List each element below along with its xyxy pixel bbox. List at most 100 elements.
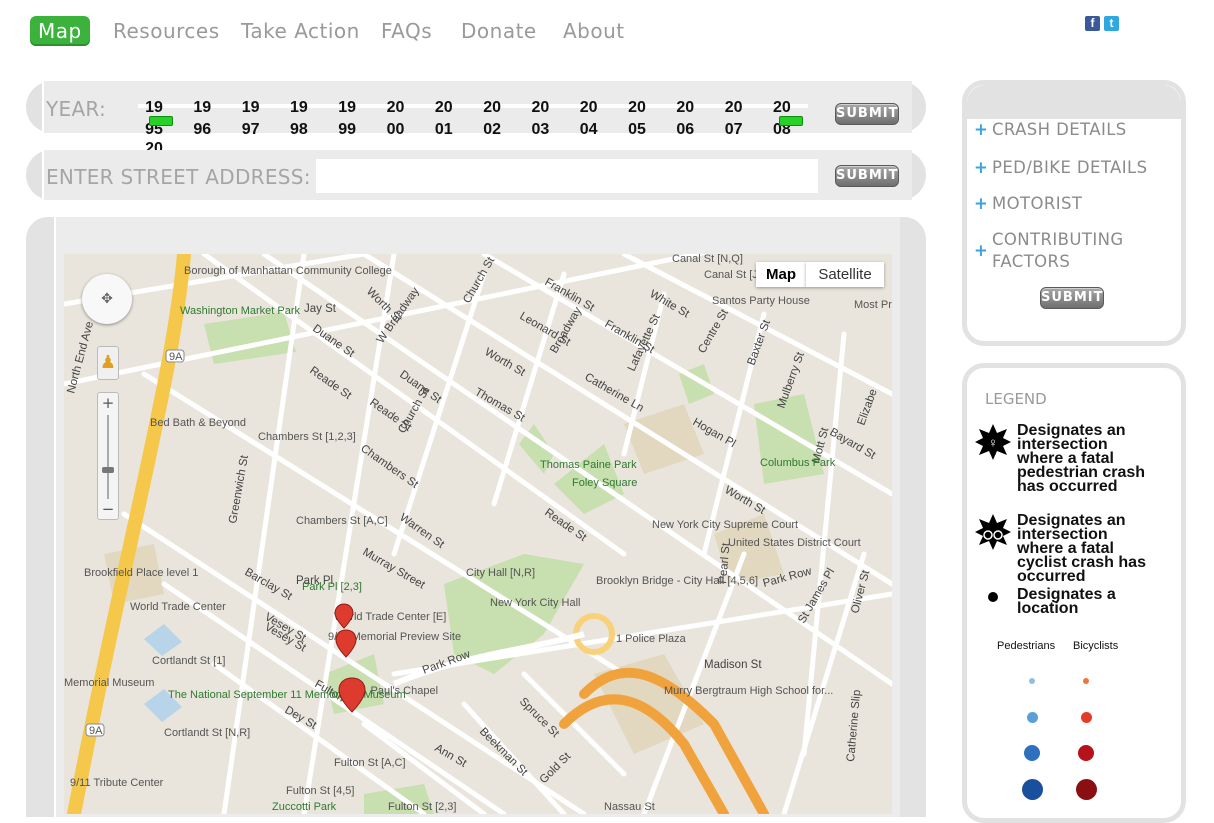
year-tick[interactable]: 20 01 <box>429 97 459 141</box>
highway-shield-label: 9A <box>89 725 103 737</box>
zoom-slider[interactable]: + − <box>97 392 119 520</box>
plus-icon: + <box>974 241 989 260</box>
year-start-handle[interactable] <box>149 116 173 126</box>
legend-col-bicyclists: Bicyclists <box>1073 640 1119 652</box>
street-label: Centre St <box>696 307 731 356</box>
year-tick-century: 19 <box>193 99 212 116</box>
place-label: Memorial Museum <box>64 677 154 689</box>
place-label: Park Pl [2,3] <box>302 581 362 593</box>
year-tick[interactable]: 20 05 <box>622 97 652 141</box>
year-tick-decade: 96 <box>193 121 212 138</box>
year-submit-button[interactable]: SUBMIT <box>835 103 899 125</box>
legend-pedestrian-dot <box>1024 745 1040 761</box>
year-tick[interactable]: 20 02 <box>477 97 507 141</box>
highway-shield-label: 9A <box>169 351 183 363</box>
legend-location-text: Designates a location <box>1017 586 1116 617</box>
filter-crash-details[interactable]: + CRASH DETAILS <box>974 119 1127 141</box>
year-tick[interactable]: 19 99 <box>332 97 362 141</box>
address-label: ENTER STREET ADDRESS: <box>46 165 311 189</box>
pan-control[interactable]: ✥ <box>82 274 132 324</box>
year-tick[interactable]: 19 97 <box>236 97 266 141</box>
year-tick-century: 20 <box>628 99 646 116</box>
fatal-pedestrian-icon: ♀ <box>975 424 1011 460</box>
place-label: Bed Bath & Beyond <box>150 417 246 429</box>
map-canvas[interactable]: 9A 9A Jay St Worth St Church St Franklin St… <box>64 254 892 814</box>
year-tick[interactable]: 19 98 <box>284 97 314 141</box>
year-tick[interactable]: 19 96 <box>187 97 217 141</box>
place-label: Most Precious Blood Church <box>854 299 892 311</box>
place-label: Zuccotti Park <box>272 801 337 813</box>
street-view-pegman-icon[interactable]: ♟ <box>97 346 119 380</box>
address-input[interactable] <box>316 159 818 193</box>
street-label: Baxter St <box>746 318 774 367</box>
year-end-handle[interactable] <box>779 116 803 126</box>
place-label: New York City Supreme Court <box>652 519 798 531</box>
place-label: United States District Court <box>728 537 861 549</box>
street-label: Jay St <box>304 303 337 315</box>
place-label: Fulton St [A,C] <box>334 757 406 769</box>
street-label: Chambers St <box>358 443 421 492</box>
place-label: Nassau St <box>604 801 655 813</box>
street-label: Ann St <box>433 742 470 770</box>
year-tick-decade: 06 <box>676 121 695 138</box>
place-label: Foley Square <box>572 477 637 489</box>
year-tick[interactable]: 20 06 <box>670 97 700 141</box>
address-submit-button[interactable]: SUBMIT <box>835 165 899 187</box>
place-label: Columbus Park <box>760 457 836 469</box>
place-label: Chambers St [1,2,3] <box>258 431 356 443</box>
year-tick-decade: 05 <box>628 121 646 138</box>
year-tick-decade: 98 <box>289 121 308 138</box>
nav-about[interactable]: About <box>563 16 625 46</box>
year-tick[interactable]: 20 03 <box>525 97 555 141</box>
street-label: Elizabe <box>856 387 880 427</box>
year-tick[interactable]: 20 07 <box>719 97 749 141</box>
street-label: Gold St <box>538 750 574 786</box>
street-label: Madison St <box>704 659 762 671</box>
place-label: Chambers St [A,C] <box>296 515 388 527</box>
place-label: Borough of Manhattan Community College <box>184 265 392 277</box>
legend-cyclist-text: Designates an intersection where a fatal… <box>1017 512 1146 585</box>
place-label: 9/11 Tribute Center <box>70 777 164 789</box>
legend-bicyclist-dot <box>1075 778 1097 800</box>
year-tick-decade: 02 <box>483 121 501 138</box>
street-label: Thomas St <box>473 386 528 425</box>
nav-donate[interactable]: Donate <box>461 16 537 46</box>
nav-map[interactable]: Map <box>30 16 90 46</box>
filter-submit-button[interactable]: SUBMIT <box>1040 287 1104 309</box>
place-label: The National September 11 Memorial & Mus… <box>168 689 406 701</box>
map-drawing: 9A 9A Jay St Worth StChurch St Franklin St… <box>64 254 892 814</box>
nav-take-action[interactable]: Take Action <box>241 16 360 46</box>
year-tick-century: 20 <box>434 99 453 116</box>
nav-resources[interactable]: Resources <box>113 16 220 46</box>
zoom-in-icon[interactable]: + <box>98 393 118 413</box>
legend-bicyclist-dot <box>1078 745 1094 761</box>
map-type-satellite-button[interactable]: Satellite <box>806 262 884 287</box>
year-tick-century: 20 <box>579 99 598 116</box>
zoom-out-icon[interactable]: − <box>98 499 118 519</box>
nav-faqs[interactable]: FAQs <box>381 16 432 46</box>
fatal-cyclist-icon <box>975 514 1011 550</box>
year-tick-decade: 01 <box>434 121 453 138</box>
place-label: City Hall [N,R] <box>466 567 535 579</box>
filter-motorist[interactable]: + MOTORIST <box>974 193 1082 215</box>
place-label: Brookfield Place level 1 <box>84 567 198 579</box>
place-label: Thomas Paine Park <box>540 459 637 471</box>
filter-ped-bike-details[interactable]: + PED/BIKE DETAILS <box>974 157 1147 179</box>
place-label: Fulton St [2,3] <box>388 801 456 813</box>
twitter-icon[interactable]: t <box>1104 16 1119 31</box>
year-tick[interactable]: 20 04 <box>574 97 604 141</box>
year-tick[interactable]: 20 00 <box>381 97 411 141</box>
legend-pedestrian-dot <box>1029 678 1035 684</box>
facebook-icon[interactable]: f <box>1085 16 1100 31</box>
map-type-map-button[interactable]: Map <box>756 262 806 287</box>
year-tick-century: 20 <box>483 99 501 116</box>
location-dot-icon <box>988 592 998 602</box>
year-tick-century: 20 <box>676 99 695 116</box>
filter-contributing-factors[interactable]: +CONTRIBUTING FACTORS <box>974 229 1144 273</box>
zoom-slider-handle[interactable] <box>102 467 114 473</box>
place-label: 1 Police Plaza <box>616 633 687 645</box>
year-tick-decade: 99 <box>338 121 357 138</box>
place-label: World Trade Center <box>130 601 226 613</box>
year-tick-century: 20 <box>386 99 405 116</box>
year-tick-century: 19 <box>289 99 308 116</box>
